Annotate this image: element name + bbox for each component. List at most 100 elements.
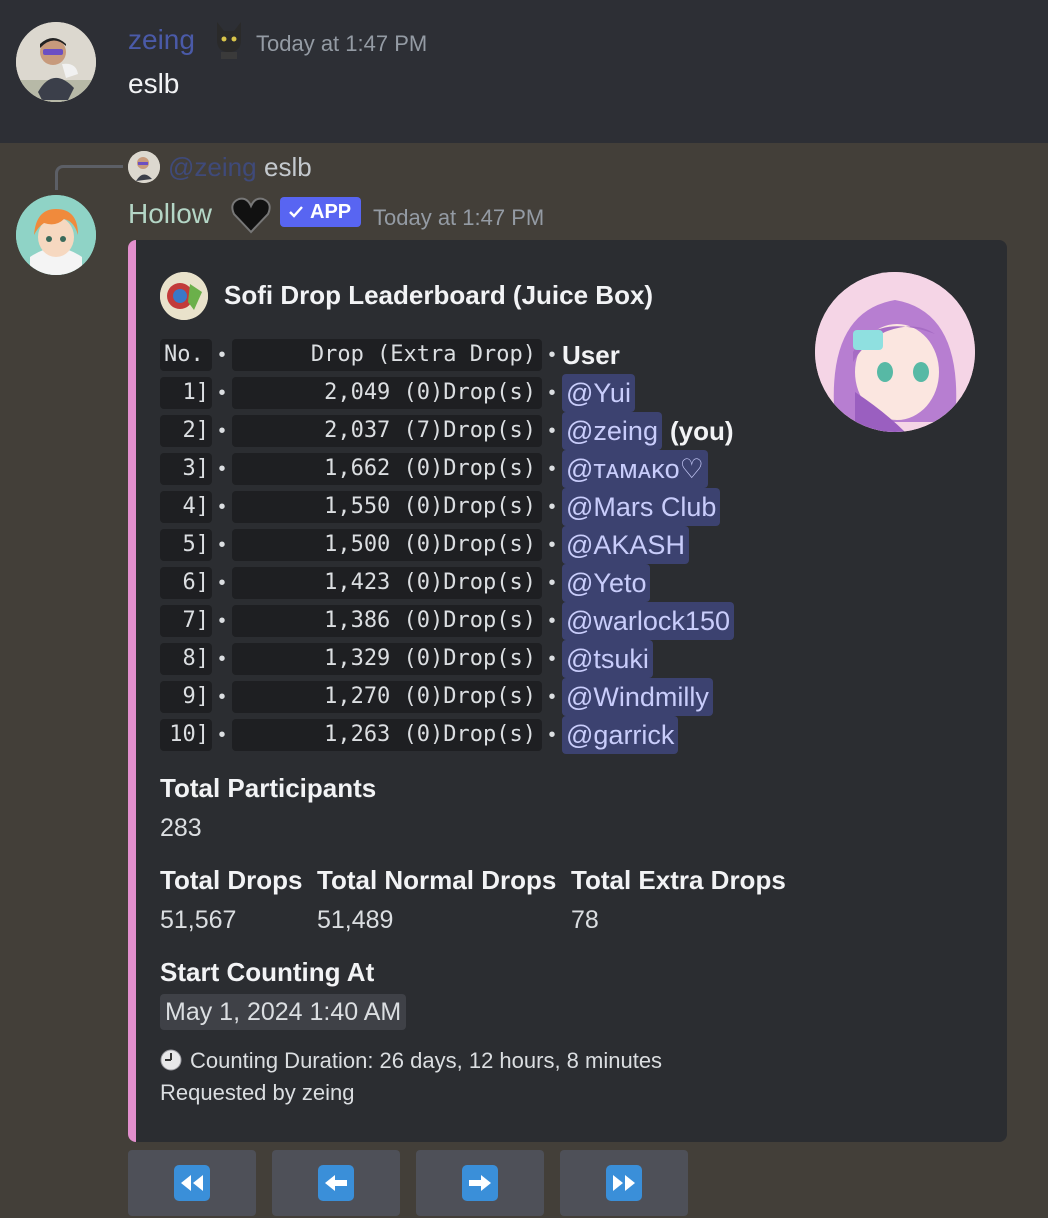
header-user: User (562, 339, 620, 370)
leaderboard-row: 2] • 2,037 (7)Drop(s) • @zeing (you) (160, 412, 734, 450)
message-content: eslb (128, 68, 180, 99)
hollow-avatar[interactable] (16, 195, 96, 275)
user-mention[interactable]: @garrick (562, 716, 679, 754)
rank: 9] (160, 681, 212, 713)
rank: 5] (160, 529, 212, 561)
rewind-icon (174, 1165, 210, 1201)
timestamp: Today at 1:47 PM (373, 205, 545, 230)
counting-duration: Counting Duration: 26 days, 12 hours, 8 … (190, 1048, 663, 1073)
start-counting-label: Start Counting At (160, 957, 375, 987)
next-page-button[interactable] (416, 1150, 544, 1216)
author-name[interactable]: zeing (128, 24, 195, 56)
message-zeing: zeing Today at 1:47 PM eslb (0, 0, 1048, 143)
leaderboard-row: 7] • 1,386 (0)Drop(s) • @warlock150 (160, 602, 734, 640)
embed-accent-bar (128, 240, 136, 1142)
leaderboard-embed: Sofi Drop Leaderboard (Juice Box) No. • … (128, 240, 1007, 1142)
leaderboard-row: 1] • 2,049 (0)Drop(s) • @Yui (160, 374, 635, 412)
bullet: • (548, 647, 556, 670)
drop-count: 1,329 (0)Drop(s) (232, 643, 542, 675)
bot-name[interactable]: Hollow (128, 198, 212, 230)
reply-mini-avatar[interactable] (128, 151, 160, 183)
header-no: No. (160, 339, 212, 371)
leaderboard-row: 9] • 1,270 (0)Drop(s) • @Windmilly (160, 678, 713, 716)
clock-icon (160, 1049, 182, 1071)
leaderboard-row: 5] • 1,500 (0)Drop(s) • @AKASH (160, 526, 689, 564)
user-mention[interactable]: @Yui (562, 374, 635, 412)
bullet: • (548, 457, 556, 480)
leaderboard-row: 4] • 1,550 (0)Drop(s) • @Mars Club (160, 488, 721, 526)
user-mention[interactable]: @ᴛᴀᴍᴀᴋᴏ♡ (562, 450, 708, 488)
bullet: • (218, 647, 226, 670)
leaderboard-row: 3] • 1,662 (0)Drop(s) • @ᴛᴀᴍᴀᴋᴏ♡ (160, 450, 708, 488)
first-page-button[interactable] (128, 1150, 256, 1216)
total-drops-value: 51,567 (160, 906, 237, 934)
embed-title[interactable]: Sofi Drop Leaderboard (Juice Box) (224, 280, 653, 311)
user-mention[interactable]: @zeing (562, 412, 662, 450)
bullet: • (218, 419, 226, 442)
reply-connector (55, 165, 123, 190)
timestamp: Today at 1:47 PM (256, 31, 428, 56)
drop-count: 1,500 (0)Drop(s) (232, 529, 542, 561)
bullet: • (548, 609, 556, 632)
bullet: • (218, 685, 226, 708)
arrow-right-icon (462, 1165, 498, 1201)
rank: 2] (160, 415, 212, 447)
header-drop: Drop (Extra Drop) (232, 339, 542, 371)
total-extra-label: Total Extra Drops (571, 865, 786, 895)
drop-count: 2,049 (0)Drop(s) (232, 377, 542, 409)
bullet: • (548, 571, 556, 594)
arrow-left-icon (318, 1165, 354, 1201)
bullet: • (548, 381, 556, 404)
last-page-button[interactable] (560, 1150, 688, 1216)
total-participants-value: 283 (160, 814, 202, 842)
bullet: • (548, 685, 556, 708)
drop-count: 1,263 (0)Drop(s) (232, 719, 542, 751)
rank: 6] (160, 567, 212, 599)
black-heart-icon (230, 195, 272, 235)
previous-page-button[interactable] (272, 1150, 400, 1216)
bullet: • (218, 609, 226, 632)
leaderboard-row: 6] • 1,423 (0)Drop(s) • @Yeto (160, 564, 651, 602)
bullet: • (218, 457, 226, 480)
embed-author-icon (160, 272, 208, 320)
start-counting-timestamp[interactable]: May 1, 2024 1:40 AM (160, 994, 407, 1030)
user-mention[interactable]: @Windmilly (562, 678, 713, 716)
bullet: • (218, 571, 226, 594)
bullet: • (218, 723, 226, 746)
total-normal-value: 51,489 (317, 906, 394, 934)
rank: 3] (160, 453, 212, 485)
user-mention[interactable]: @Mars Club (562, 488, 721, 526)
bullet: • (218, 495, 226, 518)
user-mention[interactable]: @tsuki (562, 640, 653, 678)
rank: 10] (160, 719, 212, 751)
drop-count: 1,423 (0)Drop(s) (232, 567, 542, 599)
bullet: • (218, 381, 226, 404)
drop-count: 1,386 (0)Drop(s) (232, 605, 542, 637)
zeing-avatar[interactable] (16, 22, 96, 102)
rank: 1] (160, 377, 212, 409)
you-marker: (you) (669, 415, 734, 446)
user-mention[interactable]: @Yeto (562, 564, 651, 602)
bullet: • (548, 419, 556, 442)
drop-count: 1,662 (0)Drop(s) (232, 453, 542, 485)
drop-count: 1,270 (0)Drop(s) (232, 681, 542, 713)
leaderboard-row: 8] • 1,329 (0)Drop(s) • @tsuki (160, 640, 653, 678)
reply-author[interactable]: @zeing (168, 152, 257, 183)
bullet: • (548, 533, 556, 556)
bullet: • (548, 723, 556, 746)
total-participants-label: Total Participants (160, 773, 377, 803)
rank: 4] (160, 491, 212, 523)
bullet: • (548, 495, 556, 518)
user-mention[interactable]: @warlock150 (562, 602, 734, 640)
rank: 8] (160, 643, 212, 675)
cat-icon (212, 18, 246, 60)
reply-content[interactable]: eslb (264, 152, 312, 183)
requested-by: Requested by zeing (160, 1080, 355, 1105)
rank: 7] (160, 605, 212, 637)
embed-thumbnail[interactable] (815, 272, 975, 432)
total-extra-value: 78 (571, 906, 599, 934)
bullet: • (218, 343, 226, 366)
user-mention[interactable]: @AKASH (562, 526, 689, 564)
drop-count: 2,037 (7)Drop(s) (232, 415, 542, 447)
leaderboard-header: No. • Drop (Extra Drop) • User (160, 338, 620, 372)
